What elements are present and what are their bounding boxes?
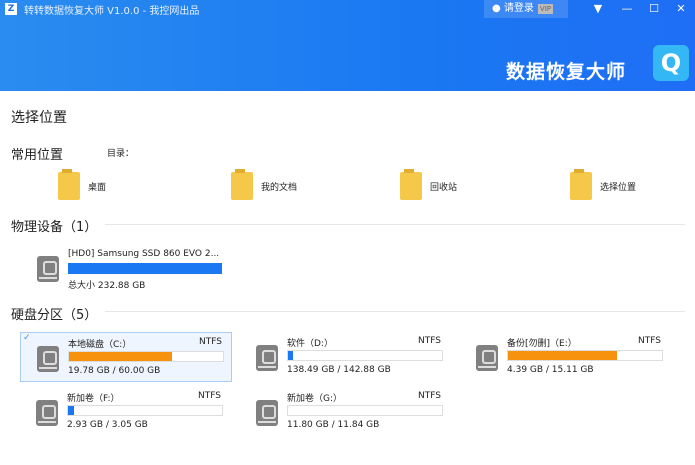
partition-name: 新加卷（F:） xyxy=(67,394,120,404)
usage-bar-fill xyxy=(288,351,293,360)
usage-bar-fill xyxy=(69,352,173,361)
device-size: 总大小 232.88 GB xyxy=(68,281,146,291)
disk-icon xyxy=(37,256,59,282)
disk-icon xyxy=(36,400,58,426)
location-desktop[interactable]: 桌面 xyxy=(58,169,107,200)
device-bar xyxy=(68,263,222,274)
minimize-button[interactable]: — xyxy=(615,0,639,18)
partition-card[interactable]: 新加卷（F:） NTFS 2.93 GB / 3.05 GB xyxy=(20,387,232,437)
directory-label: 目录： xyxy=(107,149,135,159)
partition-name: 本地磁盘（C:） xyxy=(68,340,132,350)
vip-badge: VIP xyxy=(537,4,553,14)
divider xyxy=(105,224,685,225)
partition-usage-bar xyxy=(287,405,443,416)
folder-icon xyxy=(231,169,253,200)
partition-fs: NTFS xyxy=(418,391,441,401)
folder-icon xyxy=(58,169,80,200)
usage-bar-fill xyxy=(68,406,75,415)
partition-name: 软件（D:） xyxy=(287,339,333,349)
location-documents[interactable]: 我的文档 xyxy=(231,169,298,200)
common-locations-title: 常用位置 xyxy=(11,148,64,163)
page-title: 选择位置 xyxy=(11,110,67,126)
partition-usage-bar xyxy=(67,405,223,416)
location-choose[interactable]: 选择位置 xyxy=(570,169,637,200)
partition-usage-bar xyxy=(68,351,224,362)
check-icon: ✓ xyxy=(23,333,31,343)
location-recycle-bin[interactable]: 回收站 xyxy=(400,169,458,200)
folder-search-icon xyxy=(570,169,592,200)
window-title: 转转数据恢复大师 V1.0.0 - 我控网出品 xyxy=(24,6,200,17)
location-label: 我的文档 xyxy=(261,182,298,193)
partition-fs: NTFS xyxy=(198,391,221,401)
header-banner: Z 转转数据恢复大师 V1.0.0 - 我控网出品 ● 请登录 VIP ▼ — ☐… xyxy=(0,0,695,91)
login-label: 请登录 xyxy=(503,3,534,14)
partition-usage-bar xyxy=(507,350,663,361)
partition-size: 4.39 GB / 15.11 GB xyxy=(507,365,594,375)
partitions-title: 硬盘分区（5） xyxy=(11,308,98,323)
location-label: 选择位置 xyxy=(600,182,637,193)
partition-card[interactable]: 新加卷（G:） NTFS 11.80 GB / 11.84 GB xyxy=(240,387,452,437)
partition-card[interactable]: 备份[勿删]（E:） NTFS 4.39 GB / 15.11 GB xyxy=(460,332,672,382)
partition-usage-bar xyxy=(287,350,443,361)
app-logo-icon: Z xyxy=(5,3,17,15)
partition-name: 备份[勿删]（E:） xyxy=(507,339,577,349)
maximize-button[interactable]: ☐ xyxy=(642,0,666,18)
menu-icon[interactable]: ▼ xyxy=(586,0,610,18)
partition-fs: NTFS xyxy=(418,336,441,346)
partition-name: 新加卷（G:） xyxy=(287,394,343,404)
location-label: 回收站 xyxy=(430,182,458,193)
partition-card[interactable]: 软件（D:） NTFS 138.49 GB / 142.88 GB xyxy=(240,332,452,382)
disk-icon xyxy=(256,400,278,426)
device-bar-fill xyxy=(68,263,222,274)
partition-size: 138.49 GB / 142.88 GB xyxy=(287,365,391,375)
partition-size: 19.78 GB / 60.00 GB xyxy=(68,366,161,376)
disk-icon xyxy=(37,346,59,372)
usage-bar-fill xyxy=(508,351,618,360)
partition-fs: NTFS xyxy=(199,337,222,347)
disk-icon xyxy=(256,345,278,371)
close-button[interactable]: ✕ xyxy=(669,0,693,18)
partition-size: 2.93 GB / 3.05 GB xyxy=(67,420,148,430)
partition-card[interactable]: ✓ 本地磁盘（C:） NTFS 19.78 GB / 60.00 GB xyxy=(20,332,232,382)
folder-icon xyxy=(400,169,422,200)
device-name: [HD0] Samsung SSD 860 EVO 2... xyxy=(68,249,220,259)
divider xyxy=(105,311,685,312)
partition-size: 11.80 GB / 11.84 GB xyxy=(287,420,380,430)
disk-icon xyxy=(476,345,498,371)
partition-fs: NTFS xyxy=(638,336,661,346)
brand-logo-icon: Q xyxy=(653,45,689,81)
location-label: 桌面 xyxy=(88,182,107,193)
brand-title: 数据恢复大师 xyxy=(506,61,627,83)
physical-devices-title: 物理设备（1） xyxy=(11,220,98,235)
login-button[interactable]: ● 请登录 VIP xyxy=(484,0,568,18)
